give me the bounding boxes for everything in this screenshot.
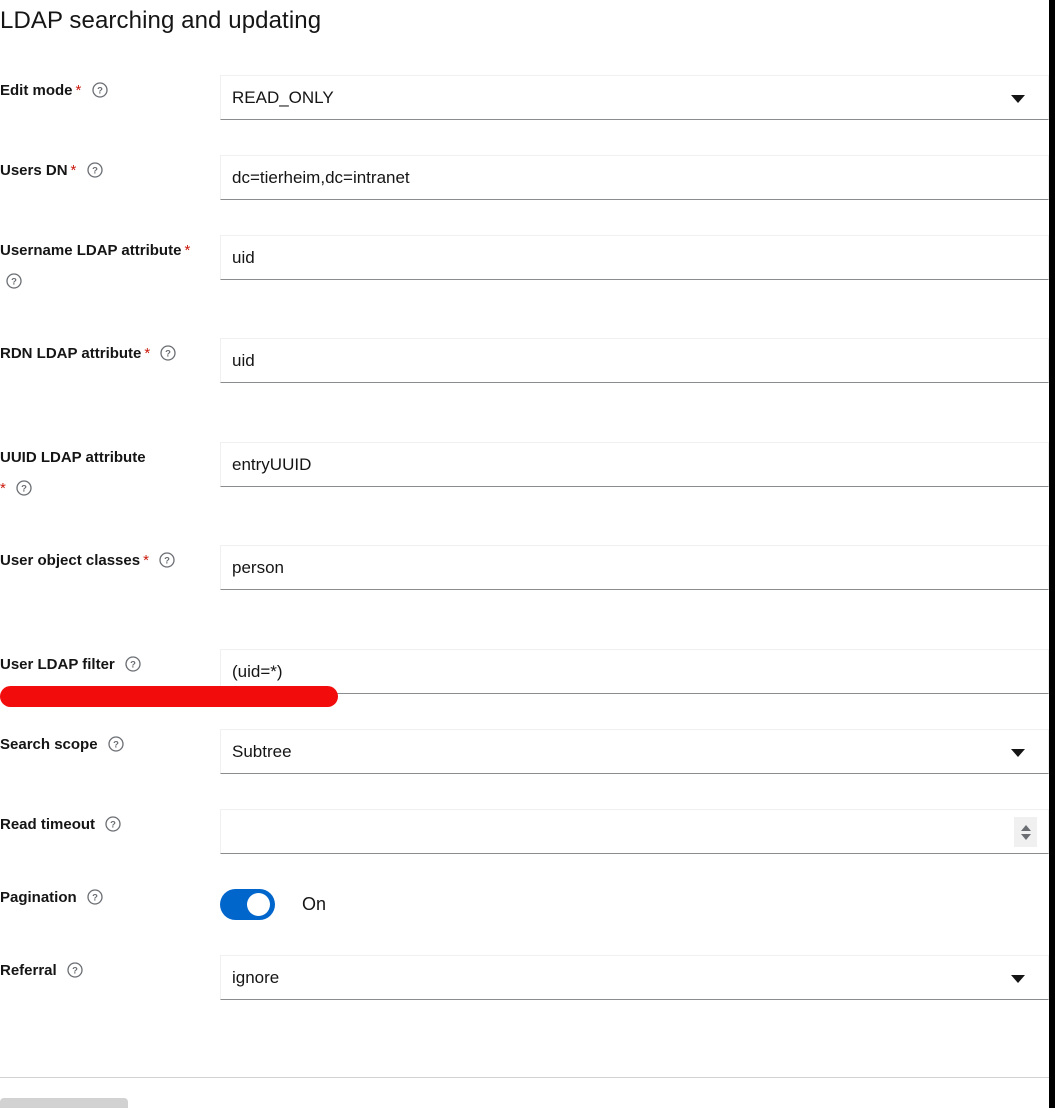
users-dn-input[interactable]: dc=tierheim,dc=intranet [220,155,1049,200]
field-label-uuid-ldap-attribute: UUID LDAP attribute * ? [0,442,212,504]
svg-text:?: ? [92,893,98,904]
field-label-text: Username LDAP attribute [0,242,182,259]
field-label-search-scope: Search scope ? [0,729,212,760]
chevron-down-icon [1011,748,1025,757]
field-label-text: RDN LDAP attribute [0,345,142,362]
user-object-classes-input[interactable]: person [220,545,1049,590]
user-object-classes-value: person [232,558,284,577]
field-label-pagination: Pagination ? [0,882,212,913]
form-row-users-dn: Users DN * ? dc=tierheim,dc=intranet [0,155,1049,200]
redaction-highlight-bar [0,686,338,707]
required-asterisk: * [0,480,6,497]
field-label-text: Pagination [0,889,77,906]
question-circle-icon[interactable]: ? [160,345,177,361]
username-ldap-attribute-input[interactable]: uid [220,235,1049,280]
quantity-stepper[interactable] [1014,817,1037,847]
referral-select[interactable]: ignore [220,955,1049,1000]
form-row-pagination: Pagination ? On [0,882,1049,927]
svg-text:?: ? [166,349,172,360]
field-label-text: Users DN [0,162,68,179]
form-row-rdn-ldap-attribute: RDN LDAP attribute * ? uid [0,338,1049,414]
required-asterisk: * [70,162,77,179]
field-label-text: Search scope [0,736,98,753]
question-circle-icon[interactable]: ? [86,162,103,178]
form-row-referral: Referral ? ignore [0,955,1049,1000]
field-label-username-ldap-attribute: Username LDAP attribute * ? [0,235,212,297]
svg-text:?: ? [21,484,27,495]
search-scope-select[interactable]: Subtree [220,729,1049,774]
svg-text:?: ? [164,556,170,567]
question-circle-icon[interactable]: ? [125,656,141,672]
user-ldap-filter-input[interactable]: (uid=*) [220,649,1049,694]
svg-text:?: ? [130,660,136,671]
form-row-username-ldap-attribute: Username LDAP attribute * ? uid [0,235,1049,311]
question-circle-icon[interactable]: ? [16,480,32,496]
field-label-rdn-ldap-attribute: RDN LDAP attribute * ? [0,338,212,369]
rdn-ldap-attribute-input[interactable]: uid [220,338,1049,383]
field-label-text: Read timeout [0,816,96,833]
field-label-text: User LDAP filter [0,656,115,673]
username-ldap-attribute-value: uid [232,248,255,267]
rdn-ldap-attribute-value: uid [232,351,255,370]
question-circle-icon[interactable]: ? [6,273,22,289]
question-circle-icon[interactable]: ? [108,736,124,752]
svg-text:?: ? [72,966,78,977]
chevron-down-icon[interactable] [1020,833,1031,840]
pagination-switch-wrapper: On [220,882,326,927]
read-timeout-input[interactable] [220,809,1049,854]
form-row-search-scope: Search scope ? Subtree [0,729,1049,774]
question-circle-icon[interactable]: ? [67,962,83,978]
form-row-edit-mode: Edit mode * ? READ_ONLY [0,75,1049,120]
window-edge-strip [1049,0,1055,1108]
edit-mode-value: READ_ONLY [232,88,334,107]
form-row-user-object-classes: User object classes * ? person [0,545,1049,621]
ldap-settings-screen: LDAP searching and updating Edit mode * ?… [0,0,1055,1108]
question-circle-icon[interactable]: ? [159,552,175,568]
svg-text:?: ? [11,277,17,288]
form-row-read-timeout: Read timeout ? [0,809,1049,854]
svg-text:?: ? [110,820,116,831]
pagination-state-label: On [302,894,327,914]
field-label-read-timeout: Read timeout ? [0,809,212,840]
referral-value: ignore [232,968,280,987]
pagination-toggle[interactable] [220,889,275,920]
field-label-text: Edit mode [0,82,73,99]
page-title: LDAP searching and updating [0,7,322,34]
question-circle-icon[interactable]: ? [87,889,103,905]
svg-text:?: ? [113,740,119,751]
uuid-ldap-attribute-input[interactable]: entryUUID [220,442,1049,487]
svg-text:?: ? [97,86,103,97]
required-asterisk: * [75,82,82,99]
uuid-ldap-attribute-value: entryUUID [232,455,312,474]
footer-divider [0,1077,1049,1078]
field-label-text: UUID LDAP attribute [0,449,146,466]
field-label-text: User object classes [0,552,141,569]
field-label-user-object-classes: User object classes * ? [0,545,212,576]
field-label-users-dn: Users DN * ? [0,155,212,186]
question-circle-icon[interactable]: ? [91,82,108,98]
field-label-edit-mode: Edit mode * ? [0,75,212,106]
field-label-text: Referral [0,962,57,979]
required-asterisk: * [144,345,151,362]
field-label-user-ldap-filter: User LDAP filter ? [0,649,212,680]
svg-text:?: ? [92,166,98,177]
chevron-up-icon[interactable] [1020,824,1031,831]
toggle-knob [247,893,270,916]
edit-mode-select[interactable]: READ_ONLY [220,75,1049,120]
chevron-down-icon [1011,974,1025,983]
field-label-referral: Referral ? [0,955,212,986]
footer-action-button[interactable] [0,1098,128,1108]
users-dn-value: dc=tierheim,dc=intranet [232,168,410,187]
question-circle-icon[interactable]: ? [105,816,121,832]
search-scope-value: Subtree [232,742,292,761]
form-row-uuid-ldap-attribute: UUID LDAP attribute * ? entryUUID [0,442,1049,518]
required-asterisk: * [143,552,149,569]
chevron-down-icon [1011,94,1025,103]
required-asterisk: * [184,242,191,259]
